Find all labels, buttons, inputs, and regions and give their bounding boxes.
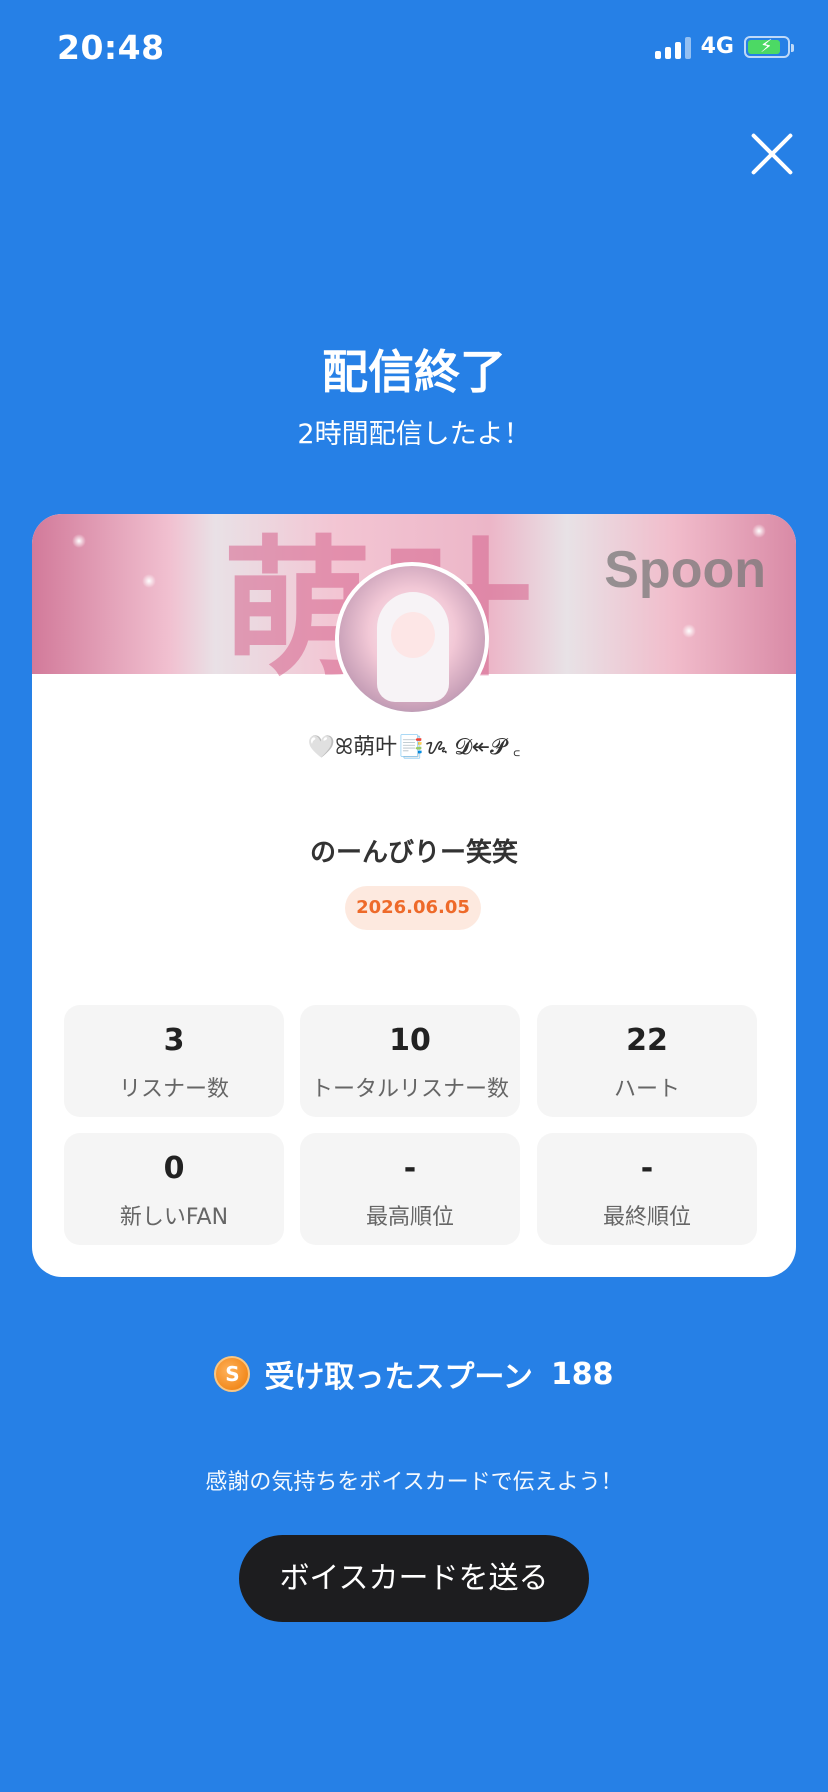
- thanks-message: 感謝の気持ちをボイスカードで伝えよう！: [205, 1470, 623, 1495]
- stat-label: リスナー数: [118, 1077, 229, 1102]
- broadcast-duration: 2時間配信したよ！: [297, 419, 531, 450]
- received-spoons: S 受け取ったスプーン 188: [0, 1352, 828, 1396]
- live-title: のーんびりー笑笑: [309, 838, 518, 868]
- network-type: 4G: [700, 34, 734, 59]
- stat-value: 10: [389, 1023, 431, 1058]
- stat-label: 最終順位: [602, 1205, 691, 1230]
- stat-value: 22: [626, 1023, 668, 1058]
- signal-icon: [654, 35, 691, 59]
- battery-charging-icon: ⚡: [744, 35, 794, 58]
- stat-highest-rank: - 最高順位: [300, 1133, 520, 1245]
- stat-listeners: 3 リスナー数: [64, 1005, 284, 1117]
- received-spoons-count: 188: [550, 1356, 614, 1392]
- received-spoons-label: 受け取ったスプーン: [264, 1360, 533, 1395]
- broadcast-end-screen: 20:48 4G ⚡ 配信終了 2時間配信したよ！ 萌叶 Spoon 🤍ꕤ萌叶📑…: [0, 0, 828, 1792]
- username: 🤍ꕤ萌叶📑ᝰ 𝓓↞𝓟 ꜀: [307, 735, 521, 760]
- avatar[interactable]: [335, 562, 489, 716]
- stat-hearts: 22 ハート: [537, 1005, 757, 1117]
- close-icon[interactable]: [748, 130, 796, 178]
- spoon-coin-icon: S: [214, 1356, 251, 1392]
- stat-value: 3: [163, 1023, 185, 1058]
- stat-label: 最高順位: [365, 1205, 454, 1230]
- stat-value: -: [640, 1151, 654, 1186]
- stat-total-listeners: 10 トータルリスナー数: [300, 1005, 520, 1117]
- broadcast-summary-card: 萌叶 Spoon 🤍ꕤ萌叶📑ᝰ 𝓓↞𝓟 ꜀ のーんびりー笑笑 2026.06.0…: [32, 514, 796, 1277]
- stat-label: ハート: [613, 1077, 680, 1102]
- status-time: 20:48: [57, 28, 165, 67]
- stat-final-rank: - 最終順位: [537, 1133, 757, 1245]
- status-icons: 4G ⚡: [654, 34, 794, 59]
- stat-new-fans: 0 新しいFAN: [64, 1133, 284, 1245]
- stat-value: 0: [163, 1151, 185, 1186]
- stat-label: 新しいFAN: [119, 1205, 229, 1230]
- send-voice-card-button[interactable]: ボイスカードを送る: [239, 1535, 589, 1622]
- page-title: 配信終了: [322, 345, 506, 399]
- stat-value: -: [403, 1151, 417, 1186]
- stat-label: トータルリスナー数: [310, 1077, 509, 1102]
- date-badge: 2026.06.05: [345, 886, 481, 930]
- spoon-logo: Spoon: [604, 541, 766, 599]
